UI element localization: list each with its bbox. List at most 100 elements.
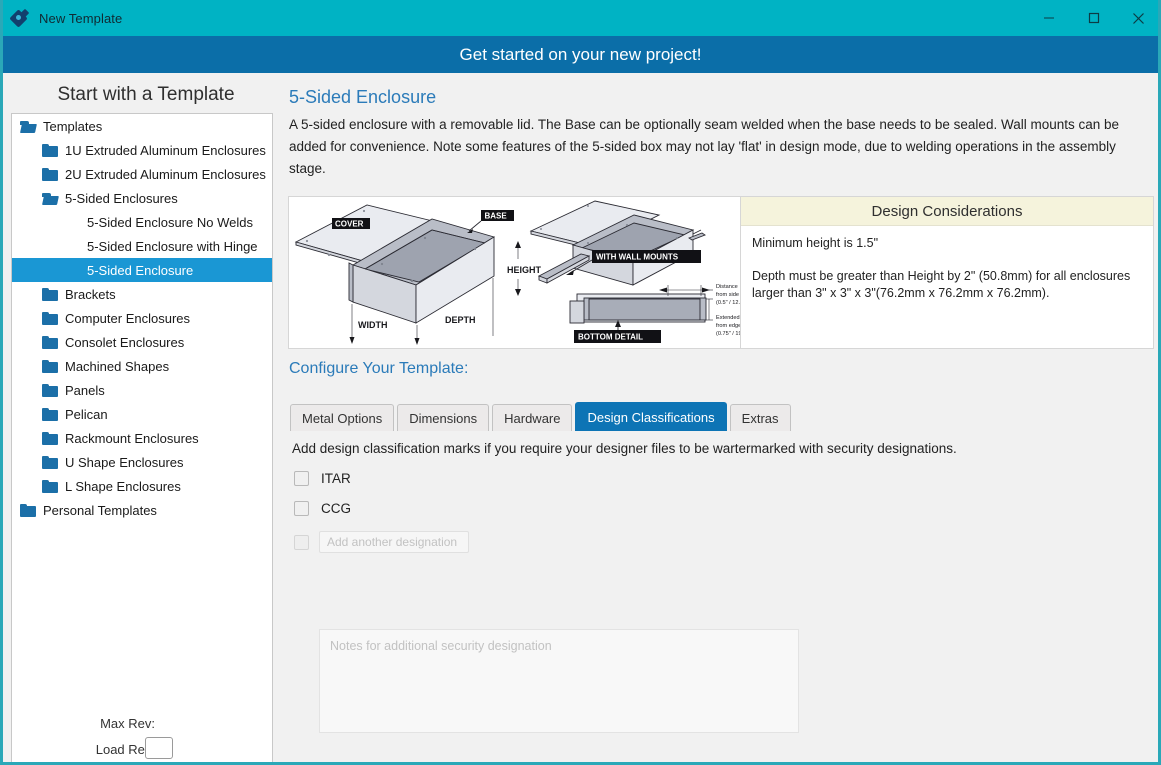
configure-tabs[interactable]: Metal Options Dimensions Hardware Design Cl… — [290, 402, 794, 431]
folder-icon — [42, 311, 58, 325]
tree-item[interactable]: 5-Sided Enclosure — [12, 258, 272, 282]
diagram-label-distance-1: Distance — [716, 284, 738, 290]
diagram-label-distance-2: from side — [716, 292, 739, 298]
diagram-label-height: HEIGHT — [507, 265, 542, 275]
diagram-label-bottom-detail: BOTTOM DETAIL — [578, 333, 643, 342]
tree-item[interactable]: U Shape Enclosures — [12, 450, 272, 474]
checkbox-row-add-designation[interactable]: Add another designation — [294, 531, 469, 553]
template-tree[interactable]: Templates 1U Extruded Aluminum Enclosures… — [11, 113, 273, 762]
maximize-icon[interactable] — [1071, 0, 1116, 36]
folder-icon — [42, 455, 58, 469]
folder-icon — [42, 359, 58, 373]
tree-item-label: 2U Extruded Aluminum Enclosures — [65, 166, 266, 182]
itar-label: ITAR — [321, 471, 351, 486]
page-description: A 5-sided enclosure with a removable lid… — [289, 117, 1119, 176]
checkbox-row-ccg[interactable]: CCG — [294, 501, 351, 516]
tree-item-label: Computer Enclosures — [65, 310, 190, 326]
tree-item-label: Machined Shapes — [65, 358, 170, 374]
load-rev-input[interactable] — [145, 737, 173, 759]
tree-item[interactable]: Pelican — [12, 402, 272, 426]
design-classifications-panel: Add design classification marks if you r… — [290, 431, 1150, 733]
tree-item-label: Panels — [65, 382, 105, 398]
tab-dimensions[interactable]: Dimensions — [397, 404, 490, 431]
add-designation-input[interactable]: Add another designation — [319, 531, 469, 553]
tree-item[interactable]: Rackmount Enclosures — [12, 426, 272, 450]
folder-icon — [42, 167, 58, 181]
diagram-label-extended-3: (0.75" / 19.05mm) — [716, 331, 741, 337]
tree-item[interactable]: 5-Sided Enclosures — [12, 186, 272, 210]
tab-extras[interactable]: Extras — [729, 404, 791, 431]
tree-item[interactable]: Brackets — [12, 282, 272, 306]
minimize-icon[interactable] — [1026, 0, 1071, 36]
max-rev-label: Max Rev: — [100, 715, 155, 731]
design-considerations-panel: Design Considerations Minimum height is … — [741, 197, 1153, 348]
sidebar-title: Start with a Template — [57, 84, 235, 105]
diagram-label-extended-2: from edge — [716, 323, 741, 329]
close-icon[interactable] — [1116, 0, 1158, 36]
tree-item-label: Personal Templates — [43, 502, 157, 518]
tree-item-label: Rackmount Enclosures — [65, 430, 199, 446]
ccg-label: CCG — [321, 501, 351, 516]
revision-controls: Max Rev: Load Rev: — [3, 710, 281, 762]
tree-item[interactable]: 1U Extruded Aluminum Enclosures — [12, 138, 272, 162]
tree-item-label: Brackets — [65, 286, 116, 302]
banner-text: Get started on your new project! — [459, 44, 702, 64]
tree-item-label: U Shape Enclosures — [65, 454, 184, 470]
tree-item[interactable]: 5-Sided Enclosure No Welds — [12, 210, 272, 234]
tab-metal-options[interactable]: Metal Options — [290, 404, 395, 431]
main-panel: 5-Sided Enclosure A 5-sided enclosure wi… — [281, 73, 1158, 762]
tree-item[interactable]: Personal Templates — [12, 498, 272, 522]
enclosure-diagram: .face{stroke:#2b2b33;stroke-width:.9;} .… — [289, 197, 741, 348]
title-bar: New Template — [3, 0, 1158, 36]
folder-icon — [42, 479, 58, 493]
security-notes-textarea[interactable]: Notes for additional security designatio… — [319, 629, 799, 733]
add-designation-checkbox[interactable] — [294, 534, 309, 550]
new-template-window: New Template Get started on your new pro… — [0, 0, 1161, 765]
tree-item-label: L Shape Enclosures — [65, 478, 181, 494]
tree-item[interactable]: Computer Enclosures — [12, 306, 272, 330]
diagram-label-cover: COVER — [335, 220, 364, 229]
tab-design-classifications[interactable]: Design Classifications — [575, 402, 727, 431]
tree-item-label: 5-Sided Enclosure with Hinge — [87, 238, 258, 254]
window-title: New Template — [39, 10, 123, 26]
ccg-checkbox[interactable] — [294, 501, 309, 516]
configure-title: Configure Your Template: — [289, 360, 469, 377]
panel-description: Add design classification marks if you r… — [292, 441, 957, 456]
page-title: 5-Sided Enclosure — [289, 87, 437, 107]
design-considerations-body: Minimum height is 1.5" Depth must be gre… — [741, 226, 1153, 302]
tree-item[interactable]: Panels — [12, 378, 272, 402]
diagram-label-depth: DEPTH — [445, 315, 476, 325]
figure-row: .face{stroke:#2b2b33;stroke-width:.9;} .… — [288, 196, 1154, 349]
sidebar: Start with a Template Templates 1U Extrud… — [3, 73, 281, 762]
tree-item[interactable]: Machined Shapes — [12, 354, 272, 378]
checkbox-row-itar[interactable]: ITAR — [294, 471, 351, 486]
tree-item[interactable]: Consolet Enclosures — [12, 330, 272, 354]
tree-item-label: 5-Sided Enclosure — [87, 262, 194, 278]
tree-item[interactable]: 5-Sided Enclosure with Hinge — [12, 234, 272, 258]
window-controls — [1026, 0, 1158, 36]
itar-checkbox[interactable] — [294, 471, 309, 486]
diagram-label-distance-3: (0.5" / 12.7mm) — [716, 300, 741, 306]
folder-icon — [42, 407, 58, 421]
diagram-label-base: BASE — [485, 212, 508, 221]
max-rev-row: Max Rev: — [3, 710, 281, 736]
consideration-line-1: Minimum height is 1.5" — [752, 236, 879, 250]
load-rev-row: Load Rev: — [3, 736, 281, 762]
consideration-line-2: Depth must be greater than Height by 2" … — [752, 269, 1131, 300]
banner: Get started on your new project! — [3, 36, 1158, 73]
tag-icon — [9, 8, 30, 28]
folder-icon — [42, 431, 58, 445]
tree-item[interactable]: 2U Extruded Aluminum Enclosures — [12, 162, 272, 186]
tab-hardware[interactable]: Hardware — [492, 404, 573, 431]
tree-item-label: 1U Extruded Aluminum Enclosures — [65, 142, 266, 158]
folder-icon — [42, 287, 58, 301]
folder-icon — [42, 383, 58, 397]
diagram-label-wall-mounts: WITH WALL MOUNTS — [596, 253, 679, 262]
tree-item[interactable]: Templates — [12, 114, 272, 138]
tree-item[interactable]: L Shape Enclosures — [12, 474, 272, 498]
diagram-label-width: WIDTH — [358, 320, 388, 330]
tree-item-label: 5-Sided Enclosure No Welds — [87, 214, 253, 230]
tree-item-label: Templates — [43, 118, 103, 134]
folder-icon — [20, 503, 36, 517]
folder-open-icon — [42, 192, 59, 205]
